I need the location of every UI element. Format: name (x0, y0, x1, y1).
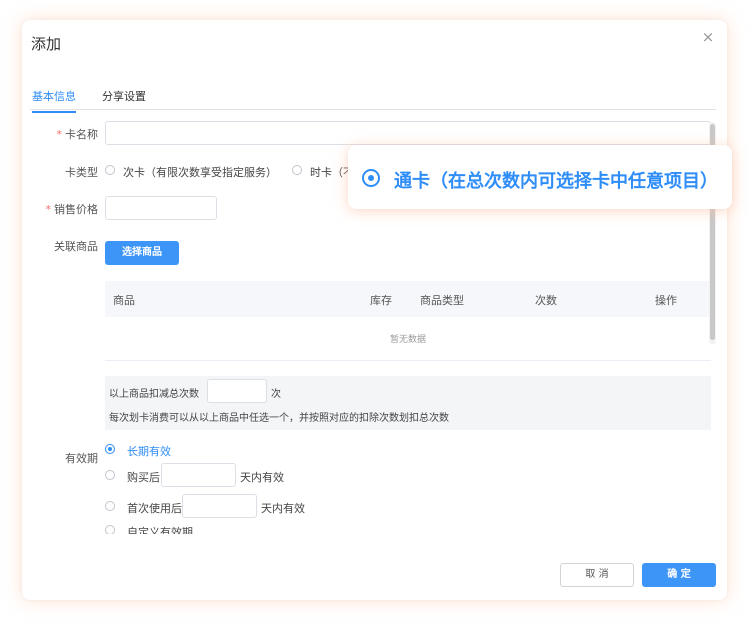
tab-basic-info[interactable]: 基本信息 (32, 88, 76, 113)
validity-radio-permanent[interactable] (105, 444, 115, 454)
deduct-hint: 每次划卡消费可以从以上商品中任选一个，并按照对应的扣除次数划扣总次数 (109, 413, 449, 424)
column-actions: 操作 (655, 294, 677, 307)
column-product: 商品 (113, 294, 135, 307)
tab-bar: 基本信息 分享设置 (30, 86, 716, 113)
validity-label: 有效期 (65, 452, 98, 465)
validity-radio-custom[interactable] (105, 525, 115, 534)
card-name-input[interactable] (105, 121, 711, 145)
card-type-label: 卡类型 (65, 166, 98, 179)
price-label: * 销售价格 (18, 201, 99, 217)
deduct-suffix: 次 (271, 389, 281, 400)
products-label: 关联商品 (54, 240, 98, 253)
after-purchase-days-input[interactable] (161, 463, 236, 487)
close-icon[interactable]: × (701, 30, 715, 45)
deduct-count-input[interactable] (207, 379, 267, 403)
add-dialog: 添加 × 基本信息 分享设置 * 卡名称 卡类型 次卡（有限次数享受指定服务） 时… (22, 20, 727, 600)
price-label-text: 销售价格 (54, 203, 98, 216)
empty-text: 暂无数据 (389, 335, 426, 345)
callout-radio-icon[interactable] (362, 169, 380, 187)
validity-after-first-use-suffix: 天内有效 (261, 502, 305, 515)
validity-permanent-label: 长期有效 (127, 445, 171, 458)
card-name-label: * 卡名称 (18, 126, 99, 142)
cancel-button[interactable]: 取 消 (560, 563, 634, 587)
validity-custom-label: 自定义有效期 (127, 526, 193, 534)
card-type-count-label: 次卡（有限次数享受指定服务） (123, 166, 277, 179)
required-mark: * (56, 128, 63, 141)
validity-after-purchase-suffix: 天内有效 (240, 471, 284, 484)
card-type-radio-time[interactable] (292, 165, 302, 175)
deduct-info-box: 以上商品扣减总次数 次 每次划卡消费可以从以上商品中任选一个，并按照对应的扣除次… (105, 376, 711, 430)
select-products-button[interactable]: 选择商品 (105, 241, 179, 265)
card-type-radio-count[interactable] (105, 165, 115, 175)
dialog-title: 添加 (31, 35, 62, 53)
column-count: 次数 (535, 294, 557, 307)
tab-share-settings[interactable]: 分享设置 (102, 88, 146, 104)
card-name-label-text: 卡名称 (65, 128, 98, 141)
card-type-callout: 通卡（在总次数内可选择卡中任意项目） (348, 145, 732, 209)
validity-radio-after-first-use[interactable] (105, 501, 115, 511)
validity-after-purchase-prefix: 购买后 (127, 471, 160, 484)
column-stock: 库存 (370, 294, 392, 307)
required-mark: * (45, 203, 52, 216)
after-first-use-days-input[interactable] (182, 494, 257, 518)
validity-custom-row-clip: 自定义有效期 (102, 520, 352, 534)
callout-text: 通卡（在总次数内可选择卡中任意项目） (394, 171, 718, 192)
deduct-prefix: 以上商品扣减总次数 (109, 389, 199, 400)
confirm-button[interactable]: 确 定 (642, 563, 716, 587)
price-input[interactable] (105, 196, 217, 220)
products-table-header: 商品 库存 商品类型 次数 操作 (105, 281, 711, 317)
products-table-body: 暂无数据 (105, 317, 711, 361)
validity-after-first-use-prefix: 首次使用后 (127, 502, 182, 515)
validity-radio-after-purchase[interactable] (105, 470, 115, 480)
column-product-type: 商品类型 (420, 294, 464, 307)
